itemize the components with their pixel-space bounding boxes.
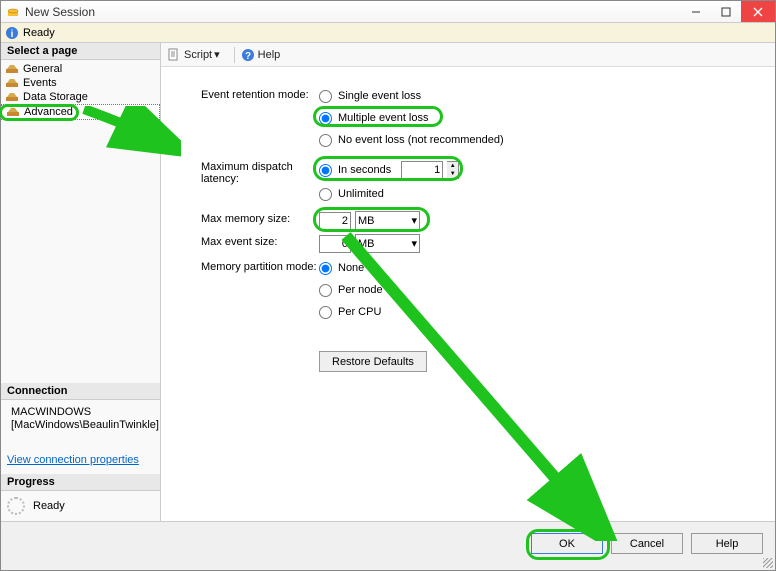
progress-spinner-icon xyxy=(7,497,25,515)
latency-label: Maximum dispatch latency: xyxy=(201,159,319,185)
cancel-button[interactable]: Cancel xyxy=(611,533,683,554)
restore-defaults-button[interactable]: Restore Defaults xyxy=(319,351,427,372)
form-area: Event retention mode: Single event loss … xyxy=(161,67,775,521)
toolbar-separator xyxy=(234,47,235,63)
latency-seconds-option[interactable]: In seconds ▲▼ xyxy=(319,159,459,181)
connection-user: [MacWindows\BeaulinTwinkle] xyxy=(11,419,159,432)
page-icon xyxy=(6,106,20,118)
restore-defaults-label: Restore Defaults xyxy=(332,356,414,368)
max-memory-unit-combo[interactable]: MB ▾ xyxy=(355,211,420,230)
sidebar-item-events[interactable]: Events xyxy=(1,76,160,90)
ok-label: OK xyxy=(559,538,575,550)
latency-unlimited-radio[interactable] xyxy=(319,188,332,201)
latency-value-input[interactable] xyxy=(401,161,443,179)
resize-grip-icon[interactable] xyxy=(763,558,773,568)
script-label: Script xyxy=(184,49,212,61)
latency-unlimited-option[interactable]: Unlimited xyxy=(319,185,459,203)
svg-text:i: i xyxy=(11,29,14,40)
partition-percpu-radio[interactable] xyxy=(319,306,332,319)
help-label-footer: Help xyxy=(716,538,739,550)
content: Script ▾ ? Help Event retention mode: Si… xyxy=(161,43,775,521)
max-memory-input[interactable] xyxy=(319,212,351,230)
app-icon xyxy=(5,4,21,20)
close-button[interactable] xyxy=(741,1,775,22)
partition-none-label: None xyxy=(338,262,364,274)
retention-none-option[interactable]: No event loss (not recommended) xyxy=(319,131,504,149)
ok-button[interactable]: OK xyxy=(531,533,603,554)
content-toolbar: Script ▾ ? Help xyxy=(161,43,775,67)
retention-multiple-label: Multiple event loss xyxy=(338,112,429,124)
script-dropdown[interactable]: Script ▾ xyxy=(167,48,220,62)
window-title: New Session xyxy=(25,5,681,19)
retention-single-option[interactable]: Single event loss xyxy=(319,87,504,105)
cancel-label: Cancel xyxy=(630,538,664,550)
partition-none-option[interactable]: None xyxy=(319,259,383,277)
minimize-button[interactable] xyxy=(681,1,711,22)
sidebar-item-advanced[interactable]: Advanced xyxy=(1,104,160,120)
partition-none-radio[interactable] xyxy=(319,262,332,275)
status-bar: i Ready xyxy=(1,23,775,43)
sidebar: Select a page General Events Data Storag… xyxy=(1,43,161,521)
help-label: Help xyxy=(258,49,281,61)
script-icon xyxy=(167,48,181,62)
retention-label: Event retention mode: xyxy=(201,87,319,101)
max-event-label: Max event size: xyxy=(201,234,319,248)
svg-text:?: ? xyxy=(245,51,251,62)
max-event-unit-value: MB xyxy=(358,238,375,250)
view-connection-properties-link[interactable]: View connection properties xyxy=(7,454,139,466)
dialog-footer: OK Cancel Help xyxy=(1,521,775,565)
sidebar-item-label: Events xyxy=(23,77,57,89)
help-button[interactable]: ? Help xyxy=(241,48,281,62)
latency-seconds-radio[interactable] xyxy=(319,164,332,177)
sidebar-item-label: General xyxy=(23,63,62,75)
progress-text: Ready xyxy=(33,500,65,512)
retention-none-label: No event loss (not recommended) xyxy=(338,134,504,146)
max-event-input[interactable] xyxy=(319,235,351,253)
sidebar-item-label: Data Storage xyxy=(23,91,88,103)
partition-label: Memory partition mode: xyxy=(201,259,319,273)
page-icon xyxy=(5,91,19,103)
sidebar-page-list: General Events Data Storage Advanced xyxy=(1,60,160,122)
spinner-down-icon[interactable]: ▼ xyxy=(447,170,458,178)
chevron-down-icon: ▾ xyxy=(411,237,417,250)
latency-unlimited-label: Unlimited xyxy=(338,188,384,200)
titlebar: New Session xyxy=(1,1,775,23)
latency-spinner[interactable]: ▲▼ xyxy=(447,161,459,179)
partition-pernode-option[interactable]: Per node xyxy=(319,281,383,299)
max-event-unit-combo[interactable]: MB ▾ xyxy=(355,234,420,253)
retention-multiple-radio[interactable] xyxy=(319,112,332,125)
help-button-footer[interactable]: Help xyxy=(691,533,763,554)
partition-percpu-label: Per CPU xyxy=(338,306,381,318)
progress-panel: Ready xyxy=(1,491,160,521)
status-text: Ready xyxy=(23,27,55,39)
maximize-button[interactable] xyxy=(711,1,741,22)
chevron-down-icon: ▾ xyxy=(214,48,220,61)
retention-single-radio[interactable] xyxy=(319,90,332,103)
info-icon: i xyxy=(5,26,19,40)
max-memory-label: Max memory size: xyxy=(201,211,319,225)
sidebar-item-data-storage[interactable]: Data Storage xyxy=(1,90,160,104)
sidebar-item-label: Advanced xyxy=(24,106,73,118)
latency-seconds-label: In seconds xyxy=(338,164,391,176)
partition-pernode-radio[interactable] xyxy=(319,284,332,297)
chevron-down-icon: ▾ xyxy=(411,214,417,227)
partition-percpu-option[interactable]: Per CPU xyxy=(319,303,383,321)
sidebar-header-connection: Connection xyxy=(1,383,160,400)
partition-pernode-label: Per node xyxy=(338,284,383,296)
retention-none-radio[interactable] xyxy=(319,134,332,147)
sidebar-header-progress: Progress xyxy=(1,474,160,491)
retention-single-label: Single event loss xyxy=(338,90,421,102)
help-icon: ? xyxy=(241,48,255,62)
sidebar-header-pages: Select a page xyxy=(1,43,160,60)
retention-multiple-option[interactable]: Multiple event loss xyxy=(319,109,504,127)
connection-server: MACWINDOWS xyxy=(11,406,159,419)
max-memory-unit-value: MB xyxy=(358,215,375,227)
page-icon xyxy=(5,63,19,75)
spinner-up-icon[interactable]: ▲ xyxy=(447,162,458,170)
page-icon xyxy=(5,77,19,89)
connection-panel: MACWINDOWS [MacWindows\BeaulinTwinkle] V… xyxy=(1,400,160,474)
sidebar-item-general[interactable]: General xyxy=(1,62,160,76)
